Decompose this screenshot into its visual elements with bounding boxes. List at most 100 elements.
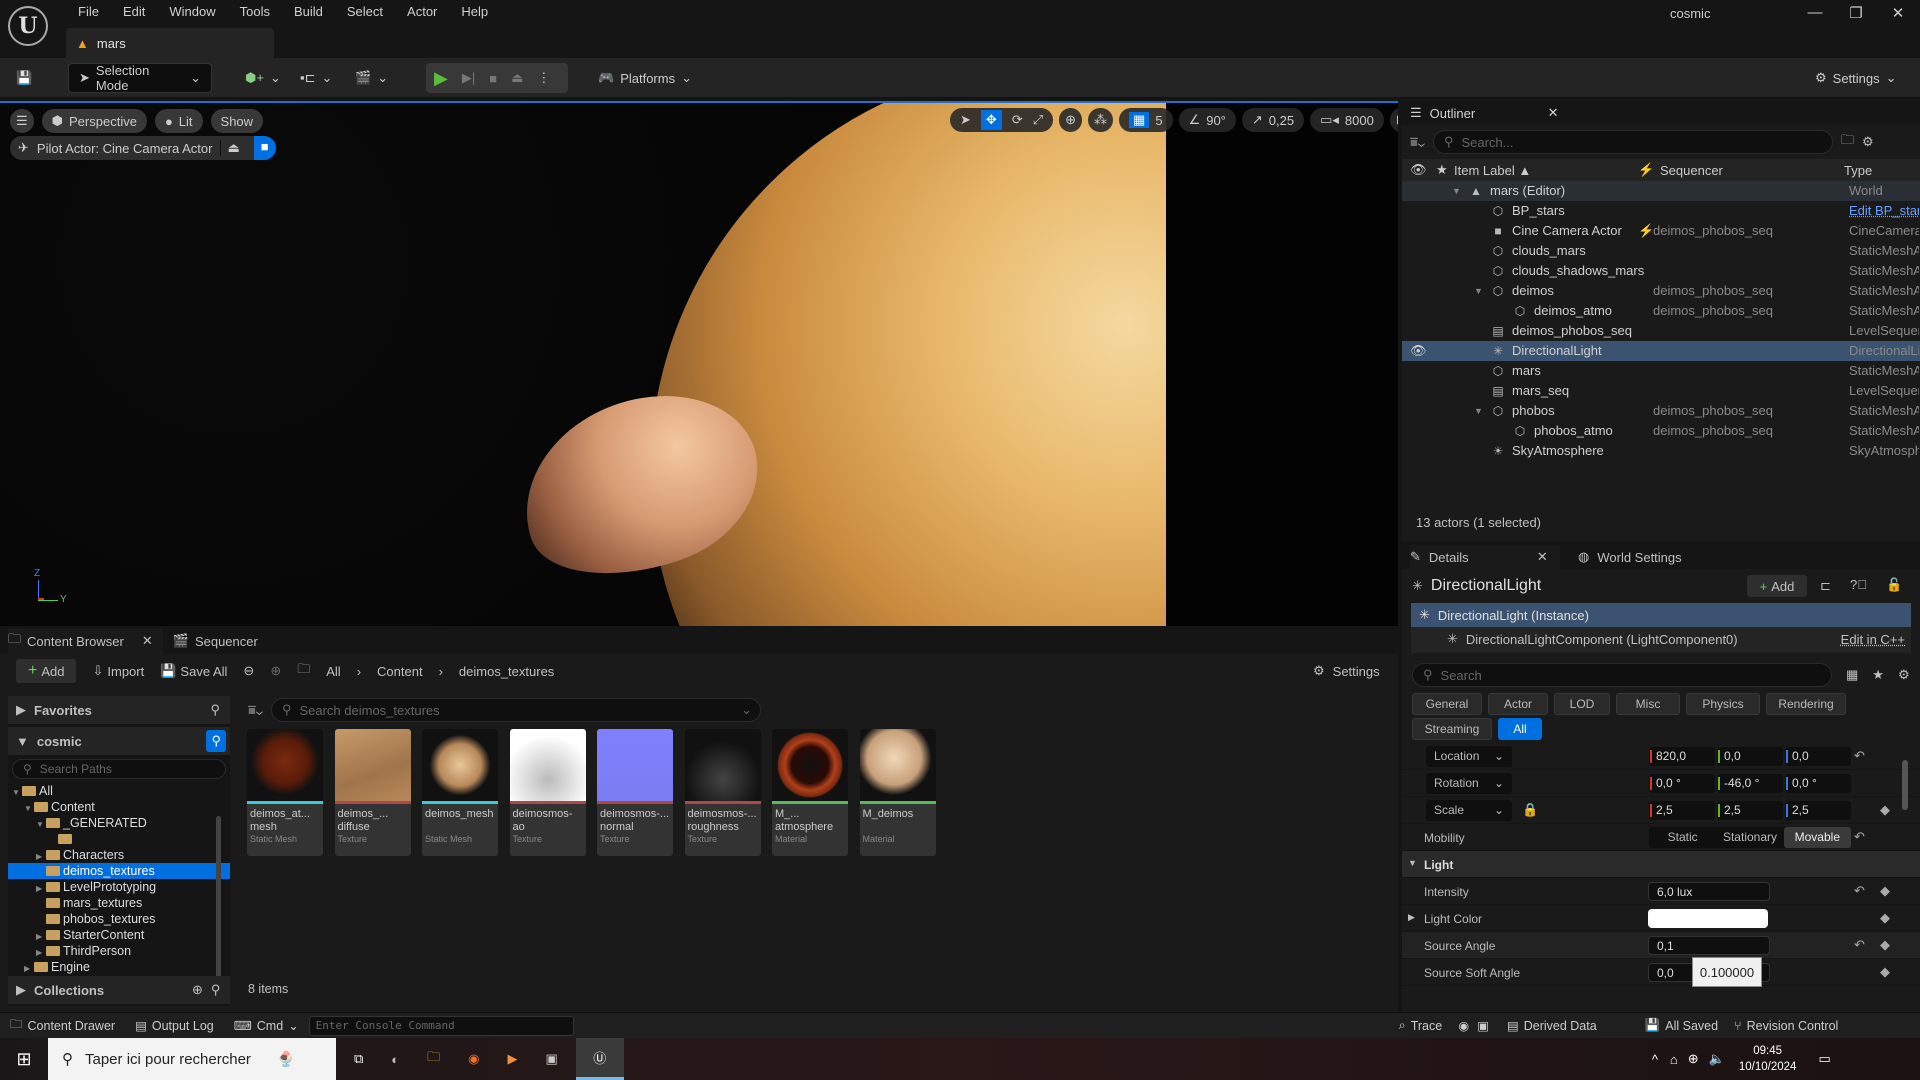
- notifications-icon[interactable]: ▭: [1818, 1051, 1830, 1067]
- screenshot-icon[interactable]: ▣: [1477, 1018, 1489, 1033]
- folder-tree-item[interactable]: deimos_textures: [8, 863, 230, 879]
- folder-tree-item[interactable]: ▼ _GENERATED: [8, 815, 230, 831]
- folder-tree-item[interactable]: [8, 831, 230, 847]
- windows-start-icon[interactable]: ⊞: [0, 1049, 48, 1070]
- folder-tree-item[interactable]: phobos_textures: [8, 911, 230, 927]
- add-button[interactable]: + Add: [16, 659, 77, 683]
- filter-chip-physics[interactable]: Physics: [1686, 693, 1760, 715]
- tree-scrollbar[interactable]: [216, 816, 221, 996]
- menu-select[interactable]: Select: [335, 3, 395, 21]
- filter-chip-general[interactable]: General: [1412, 693, 1482, 715]
- filter-chip-actor[interactable]: Actor: [1488, 693, 1548, 715]
- outliner-search-input[interactable]: ⚲ Search...: [1432, 130, 1833, 154]
- folder-tree-item[interactable]: ▶ Engine: [8, 959, 230, 975]
- eject-pilot-icon[interactable]: ⏏: [220, 140, 245, 156]
- favorites-search-icon[interactable]: ⚲: [210, 702, 220, 718]
- network-icon[interactable]: ⌂: [1670, 1052, 1678, 1067]
- content-drawer-button[interactable]: 🗀 Content Drawer: [10, 1015, 115, 1036]
- rotation-mode-dropdown[interactable]: Rotation ⌄: [1426, 773, 1512, 794]
- search-paths-input[interactable]: ⚲ Search Paths: [12, 759, 226, 779]
- save-all-button[interactable]: 💾 Save All: [160, 663, 227, 679]
- menu-window[interactable]: Window: [157, 3, 227, 21]
- keyframe-icon[interactable]: ◆: [1880, 937, 1890, 953]
- edit-blueprint-link[interactable]: Edit BP_stars: [1849, 203, 1919, 218]
- minimize-icon[interactable]: —: [1795, 4, 1835, 21]
- camera-lock-icon[interactable]: ■: [253, 136, 276, 160]
- filter-chip-lod[interactable]: LOD: [1554, 693, 1610, 715]
- folder-tree-item[interactable]: ▼ Content: [8, 799, 230, 815]
- outliner-row[interactable]: ⬡ clouds_shadows_mars StaticMeshActor: [1402, 261, 1920, 281]
- details-close-icon[interactable]: ✕: [1537, 549, 1548, 565]
- outliner-row[interactable]: ⬡ deimos_atmo deimos_phobos_seq StaticMeshA…: [1402, 301, 1920, 321]
- favorite-star-icon[interactable]: ★: [1872, 667, 1884, 683]
- visibility-column-icon[interactable]: 👁: [1410, 162, 1427, 178]
- taskbar-search[interactable]: ⚲ Taper ici pour rechercher 🍨: [48, 1038, 336, 1080]
- mobility-option-static[interactable]: Static: [1649, 827, 1716, 848]
- asset-tile[interactable]: deimosmos-ao Texture: [509, 729, 586, 856]
- all-saved-button[interactable]: 💾 All Saved: [1645, 1018, 1718, 1033]
- cmd-dropdown[interactable]: ⌨ Cmd ⌄: [234, 1018, 299, 1034]
- save-icon[interactable]: 💾: [16, 63, 32, 93]
- outliner-row[interactable]: ⬡ clouds_mars StaticMeshActor: [1402, 241, 1920, 261]
- content-settings-button[interactable]: ⚙ Settings: [1313, 663, 1380, 679]
- platforms-dropdown[interactable]: 🎮 Platforms ⌄: [598, 63, 692, 93]
- asset-tile[interactable]: deimos_at... mesh Static Mesh: [247, 729, 323, 856]
- clock[interactable]: 09:45 10/10/2024: [1739, 1043, 1797, 1075]
- expand-arrow-icon[interactable]: ▼: [1452, 186, 1462, 196]
- reset-icon[interactable]: ↶: [1854, 883, 1865, 899]
- asset-tile[interactable]: deimosmos-... normal Texture: [597, 729, 673, 856]
- folder-tree-item[interactable]: ▶ LevelPrototyping: [8, 879, 230, 895]
- select-tool-icon[interactable]: ➤: [960, 112, 971, 128]
- outliner-row[interactable]: ■ Cine Camera Actor ⚡ deimos_phobos_seq Cine…: [1402, 221, 1920, 241]
- play-icon[interactable]: ▶: [434, 68, 448, 89]
- outliner-settings-icon[interactable]: ⚙: [1862, 134, 1874, 150]
- light-color-swatch[interactable]: [1648, 909, 1768, 928]
- import-button[interactable]: ⇩ Import: [92, 663, 144, 679]
- breadcrumb-all[interactable]: All: [326, 664, 340, 679]
- menu-file[interactable]: File: [66, 3, 111, 21]
- breadcrumb-content[interactable]: Content: [377, 664, 423, 679]
- selection-mode-dropdown[interactable]: ➤ Selection Mode ⌄: [68, 63, 212, 93]
- scale-y-field[interactable]: 2,5: [1717, 801, 1783, 820]
- folder-tree-item[interactable]: mars_textures: [8, 895, 230, 911]
- outliner-row[interactable]: ▼ ▲ mars (Editor) World: [1402, 181, 1920, 201]
- unreal-logo[interactable]: U: [8, 6, 48, 46]
- media-player-icon[interactable]: ▶: [508, 1051, 518, 1067]
- outliner-row[interactable]: ⬡ BP_stars Edit BP_stars: [1402, 201, 1920, 221]
- angle-snap[interactable]: ∠ 90°: [1178, 108, 1236, 132]
- component-instance[interactable]: ✳ DirectionalLight (Instance): [1411, 603, 1911, 627]
- app-icon[interactable]: ▣: [546, 1051, 558, 1067]
- location-y-field[interactable]: 0,0: [1717, 747, 1783, 766]
- firefox-icon[interactable]: ◉: [468, 1051, 479, 1067]
- filter-icon[interactable]: ⩸⌄: [1410, 134, 1425, 150]
- scale-mode-dropdown[interactable]: Scale ⌄: [1426, 800, 1512, 821]
- project-search-icon[interactable]: ⚲: [206, 730, 226, 752]
- outliner-row[interactable]: ⬡ mars StaticMeshActor: [1402, 361, 1920, 381]
- rotate-tool-icon[interactable]: ⟳: [1012, 112, 1023, 128]
- scale-tool-icon[interactable]: ⤢: [1033, 112, 1043, 128]
- level-tab[interactable]: ▲ mars: [66, 28, 274, 58]
- mobility-option-stationary[interactable]: Stationary: [1716, 827, 1783, 848]
- details-search-input[interactable]: ⚲ Search: [1412, 663, 1832, 687]
- trace-button[interactable]: ⌕ Trace: [1399, 1018, 1443, 1033]
- lock-icon[interactable]: 🔓: [1886, 577, 1902, 593]
- collections-header[interactable]: ▶ Collections ⊕ ⚲: [8, 976, 230, 1004]
- asset-tile[interactable]: M_deimos Material: [859, 729, 936, 856]
- help-icon[interactable]: ?⃝: [1850, 577, 1867, 592]
- keyframe-icon[interactable]: ◆: [1880, 964, 1890, 980]
- add-actor-button[interactable]: ⬢+ ⌄: [245, 63, 281, 93]
- filter-icon[interactable]: ⩸⌄: [248, 702, 263, 718]
- cinematics-button[interactable]: 🎬 ⌄: [355, 63, 388, 93]
- outliner-row[interactable]: ▤ mars_seq LevelSequenceActor: [1402, 381, 1920, 401]
- folder-tree-item[interactable]: ▶ StarterContent: [8, 927, 230, 943]
- outliner-row[interactable]: 👁 ✳ DirectionalLight DirectionalLight: [1402, 341, 1920, 361]
- location-x-field[interactable]: 820,0: [1649, 747, 1715, 766]
- outliner-row[interactable]: ☀ SkyAtmosphere SkyAtmosphere: [1402, 441, 1920, 461]
- filter-chip-misc[interactable]: Misc: [1616, 693, 1680, 715]
- expand-arrow-icon[interactable]: ▼: [1474, 286, 1484, 296]
- asset-tile[interactable]: deimos_... diffuse Texture: [334, 729, 411, 856]
- visibility-eye-icon[interactable]: 👁: [1410, 343, 1427, 359]
- edit-cpp-link[interactable]: Edit in C++: [1841, 632, 1905, 647]
- folder-tree-item[interactable]: ▼ All: [8, 783, 230, 799]
- outliner-row[interactable]: ⬡ phobos_atmo deimos_phobos_seq StaticMeshA…: [1402, 421, 1920, 441]
